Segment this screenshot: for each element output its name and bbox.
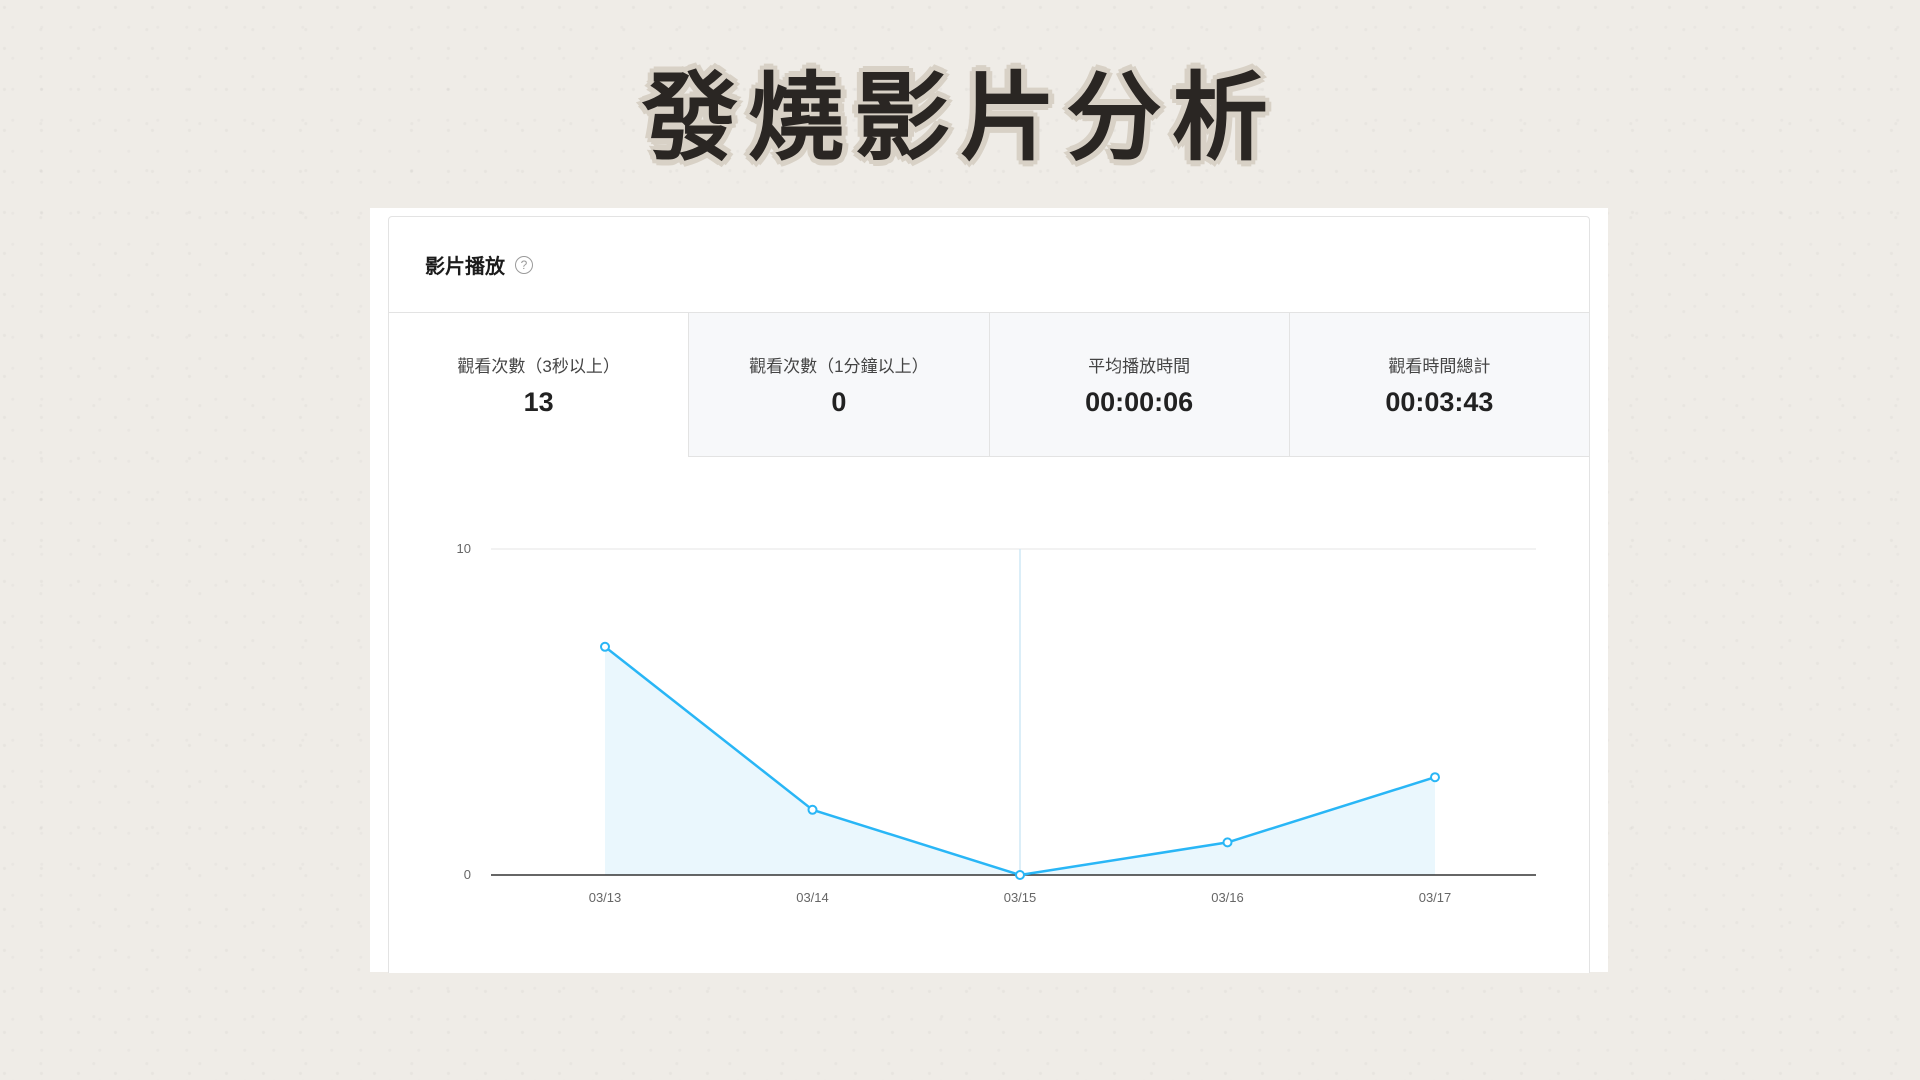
x-tick-label: 03/15	[1004, 890, 1037, 905]
tab-value: 00:00:06	[1085, 386, 1194, 417]
tab-label: 平均播放時間	[1088, 356, 1191, 376]
tab-total-watch-time[interactable]: 觀看時間總計 00:03:43	[1288, 313, 1589, 456]
x-tick-label: 03/13	[589, 890, 622, 905]
data-point	[1015, 870, 1025, 880]
tab-value: 00:03:43	[1385, 386, 1494, 417]
x-tick-label: 03/17	[1419, 890, 1452, 905]
y-tick-label: 10	[457, 541, 471, 556]
views-chart-svg: 0 10 03/13 03/14 03/15 03/16 03/17	[457, 541, 1536, 905]
page-title: 發燒影片分析	[642, 62, 1278, 174]
video-playback-card: 影片播放 ? 觀看次數（3秒以上） 13 觀看次數（1分鐘以上） 0 平均播放時…	[370, 208, 1608, 973]
data-point	[1430, 772, 1440, 783]
x-tick-label: 03/16	[1211, 890, 1244, 905]
question-circle-icon[interactable]: ?	[515, 255, 533, 274]
x-tick-label: 03/14	[796, 890, 829, 905]
tab-value: 13	[523, 386, 554, 417]
data-point	[807, 804, 818, 815]
y-tick-label: 0	[464, 867, 471, 882]
tab-value: 0	[831, 386, 847, 417]
metric-tabs: 觀看次數（3秒以上） 13 觀看次數（1分鐘以上） 0 平均播放時間 00:00…	[389, 313, 1589, 457]
views-chart[interactable]: 0 10 03/13 03/14 03/15 03/16 03/17	[389, 457, 1589, 973]
tab-views-3s[interactable]: 觀看次數（3秒以上） 13	[389, 313, 689, 457]
data-point	[1222, 837, 1233, 848]
data-point	[600, 641, 610, 652]
video-playback-panel: 影片播放 ? 觀看次數（3秒以上） 13 觀看次數（1分鐘以上） 0 平均播放時…	[388, 216, 1590, 973]
tab-views-1min[interactable]: 觀看次數（1分鐘以上） 0	[688, 313, 989, 456]
panel-title: 影片播放	[425, 256, 505, 278]
tab-label: 觀看時間總計	[1388, 356, 1491, 376]
panel-header: 影片播放 ?	[389, 217, 1589, 313]
tab-avg-watch-time[interactable]: 平均播放時間 00:00:06	[988, 313, 1289, 456]
tab-label: 觀看次數（1分鐘以上）	[749, 356, 929, 376]
tab-label: 觀看次數（3秒以上）	[457, 356, 620, 376]
